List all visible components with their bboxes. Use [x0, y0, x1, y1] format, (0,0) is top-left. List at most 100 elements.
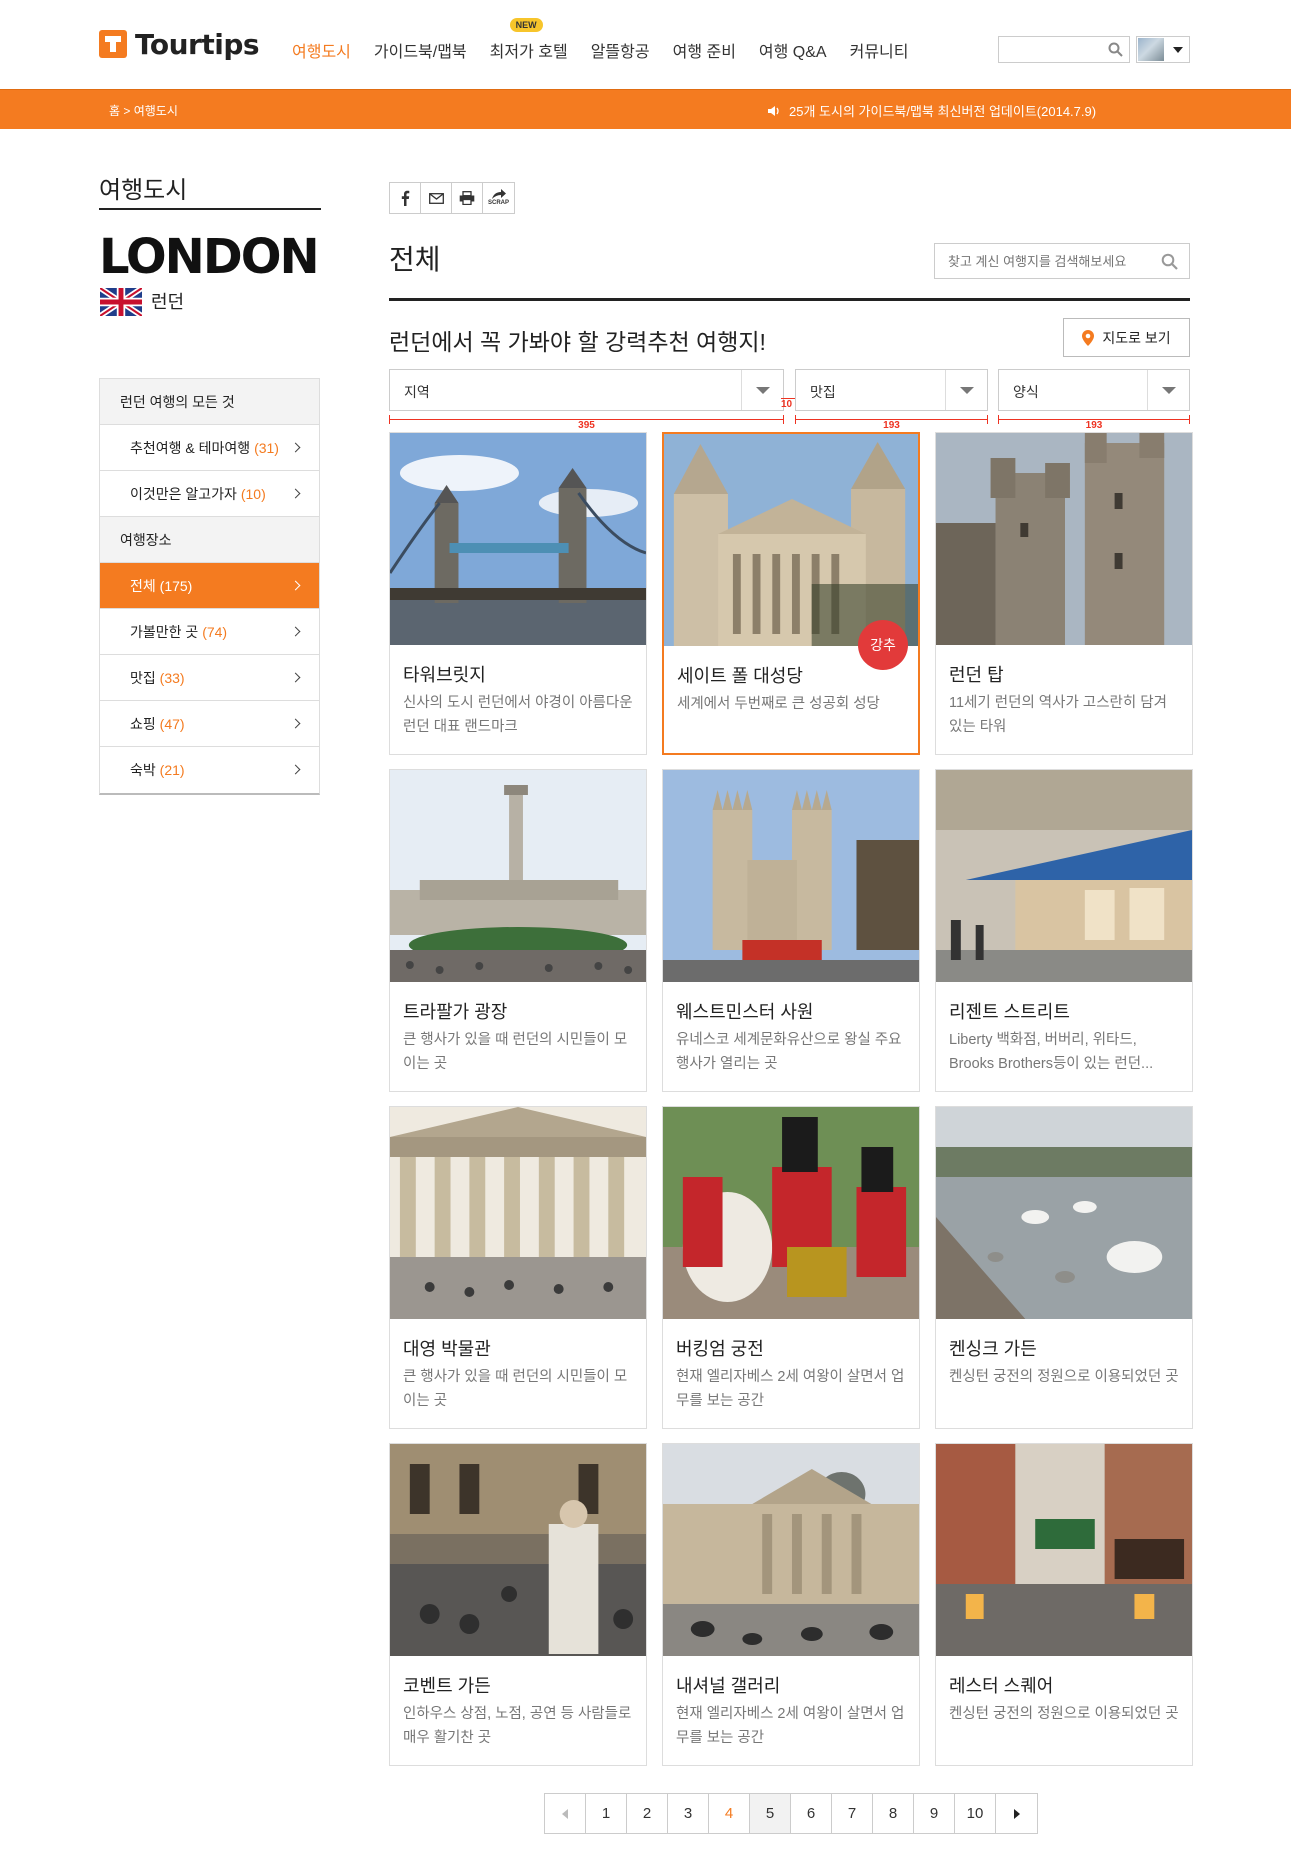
place-title: 타워브릿지 — [403, 665, 486, 685]
page-number[interactable]: 2 — [627, 1794, 668, 1833]
page-number[interactable]: 10 — [955, 1794, 996, 1833]
place-title: 대영 박물관 — [403, 1339, 491, 1359]
place-photo[interactable] — [936, 770, 1192, 982]
chevron-right-icon — [1014, 1808, 1020, 1819]
cuisine-select[interactable]: 양식 — [998, 369, 1190, 411]
sidebar-item-count: (47) — [159, 716, 185, 732]
print-icon[interactable] — [452, 183, 483, 213]
sidebar-item[interactable]: 맛집 (33) — [100, 655, 319, 701]
place-photo[interactable] — [390, 433, 646, 645]
chevron-down-icon[interactable] — [1147, 370, 1189, 410]
place-photo[interactable] — [663, 770, 919, 982]
chevron-right-icon — [290, 764, 301, 775]
dimension-annotation: 395 — [389, 415, 784, 431]
map-view-button[interactable]: 지도로 보기 — [1063, 318, 1190, 357]
page-number[interactable]: 6 — [791, 1794, 832, 1833]
place-card[interactable]: 버킹엄 궁전 현재 엘리자베스 2세 여왕이 살면서 업무를 보는 공간 — [662, 1106, 920, 1429]
place-card[interactable]: 대영 박물관 큰 행사가 있을 때 런던의 시민들이 모이는 곳 — [389, 1106, 647, 1429]
search-icon[interactable] — [1161, 253, 1178, 270]
speaker-icon — [768, 105, 779, 116]
nav-item[interactable]: 여행도시 — [292, 38, 351, 62]
page-number[interactable]: 9 — [914, 1794, 955, 1833]
breadcrumb[interactable]: 홈 > 여행도시 — [109, 102, 178, 119]
nav-item[interactable]: 최저가 호텔 NEW — [489, 18, 568, 62]
sidebar-item-count: (21) — [159, 762, 185, 778]
chevron-down-icon[interactable] — [741, 370, 783, 410]
cuisine-select-value: 양식 — [1013, 384, 1039, 400]
nav-item[interactable]: 여행 Q&A — [759, 38, 827, 62]
chevron-down-icon[interactable] — [945, 370, 987, 410]
sidebar-item-count: (31) — [254, 440, 279, 456]
page-number[interactable]: 7 — [832, 1794, 873, 1833]
sidebar-item[interactable]: 쇼핑 (47) — [100, 701, 319, 747]
place-card[interactable]: 내셔널 갤러리 현재 엘리자베스 2세 여왕이 살면서 업무를 보는 공간 — [662, 1443, 920, 1766]
page-number[interactable]: 8 — [873, 1794, 914, 1833]
region-select[interactable]: 지역 — [389, 369, 784, 411]
chevron-right-icon — [290, 626, 301, 637]
place-card[interactable]: 트라팔가 광장 큰 행사가 있을 때 런던의 시민들이 모이는 곳 — [389, 769, 647, 1092]
place-title: 런던 탑 — [949, 665, 1004, 685]
place-search-input[interactable] — [935, 244, 1145, 278]
top-search-input[interactable] — [998, 36, 1130, 63]
nav-item-label: 커뮤니티 — [849, 44, 909, 61]
place-card[interactable]: 레스터 스퀘어 켄싱턴 궁전의 정원으로 이용되었던 곳 — [935, 1443, 1193, 1766]
sidebar-item[interactable]: 가볼만한 곳 (74) — [100, 609, 319, 655]
place-photo[interactable] — [390, 770, 646, 982]
category-select[interactable]: 맛집 — [795, 369, 988, 411]
logo[interactable]: Tourtips — [99, 24, 260, 64]
place-card[interactable]: 웨스트민스터 사원 유네스코 세계문화유산으로 왕실 주요 행사가 열리는 곳 — [662, 769, 920, 1092]
place-photo[interactable] — [936, 433, 1192, 645]
city-name-en: LONDON — [99, 229, 320, 285]
chevron-down-icon[interactable] — [1173, 46, 1183, 53]
user-menu[interactable] — [1136, 36, 1190, 63]
map-pin-icon — [1082, 329, 1095, 346]
avatar[interactable] — [1138, 38, 1164, 61]
sidebar-item[interactable]: 추천여행 & 테마여행 (31) — [100, 425, 319, 471]
scrap-icon[interactable]: SCRAP — [483, 183, 514, 213]
search-icon[interactable] — [1108, 42, 1123, 57]
place-card[interactable]: 세이트 폴 대성당 세계에서 두번째로 큰 성공회 성당 강추 — [662, 432, 920, 755]
place-photo[interactable] — [390, 1107, 646, 1319]
place-title: 세이트 폴 대성당 — [677, 666, 803, 686]
sidebar-nav: 런던 여행의 모든 것 추천여행 & 테마여행 (31) 이것만은 알고가자 (10… — [99, 378, 320, 795]
mail-icon[interactable] — [421, 183, 452, 213]
nav-item-label: 가이드북/맵북 — [373, 44, 467, 61]
place-photo[interactable] — [663, 1444, 919, 1656]
next-page-button[interactable] — [996, 1794, 1037, 1833]
chevron-right-icon — [290, 718, 301, 729]
sidebar-item[interactable]: 전체 (175) — [100, 563, 319, 609]
place-card[interactable]: 리젠트 스트리트 Liberty 백화점, 버버리, 위타드, Brooks Br… — [935, 769, 1193, 1092]
pagination: 1 2 3 4 5 6 7 8 9 10 — [544, 1793, 1038, 1834]
sidebar-item[interactable]: 이것만은 알고가자 (10) — [100, 471, 319, 517]
nav-item-label: 최저가 호텔 — [489, 44, 568, 61]
place-card[interactable]: 코벤트 가든 인하우스 상점, 노점, 공연 등 사람들로 매우 활기찬 곳 — [389, 1443, 647, 1766]
place-title: 버킹엄 궁전 — [676, 1339, 764, 1359]
sidebar-item[interactable]: 숙박 (21) — [100, 747, 319, 793]
notice[interactable]: 25개 도시의 가이드북/맵북 최신버전 업데이트(2014.7.9) — [767, 101, 1096, 120]
sidebar-title: 여행도시 — [99, 177, 188, 204]
sidebar-item-label: 쇼핑 — [130, 716, 156, 732]
page-number[interactable]: 1 — [586, 1794, 627, 1833]
place-card[interactable]: 런던 탑 11세기 런던의 역사가 고스란히 담겨 있는 타워 — [935, 432, 1193, 755]
place-photo[interactable] — [663, 1107, 919, 1319]
facebook-icon[interactable] — [390, 183, 421, 213]
place-photo[interactable] — [664, 434, 918, 646]
place-card[interactable]: 타워브릿지 신사의 도시 런던에서 야경이 아름다운 런던 대표 랜드마크 — [389, 432, 647, 755]
page-number[interactable]: 3 — [668, 1794, 709, 1833]
place-card[interactable]: 켄싱크 가든 켄싱턴 궁전의 정원으로 이용되었던 곳 — [935, 1106, 1193, 1429]
prev-page-button[interactable] — [545, 1794, 586, 1833]
sidebar-divider — [99, 208, 321, 210]
sidebar-item-label: 맛집 — [130, 670, 156, 686]
nav-item[interactable]: 알뜰항공 — [591, 38, 650, 62]
category-select-value: 맛집 — [810, 384, 836, 400]
place-photo[interactable] — [936, 1444, 1192, 1656]
nav-item[interactable]: 여행 준비 — [673, 38, 736, 62]
scrap-label: SCRAP — [487, 200, 509, 206]
place-search[interactable] — [934, 243, 1190, 279]
place-photo[interactable] — [936, 1107, 1192, 1319]
nav-item[interactable]: 커뮤니티 — [850, 38, 909, 62]
page-number[interactable]: 4 — [709, 1794, 750, 1833]
page-number[interactable]: 5 — [750, 1794, 791, 1833]
place-photo[interactable] — [390, 1444, 646, 1656]
nav-item[interactable]: 가이드북/맵북 — [374, 38, 467, 62]
